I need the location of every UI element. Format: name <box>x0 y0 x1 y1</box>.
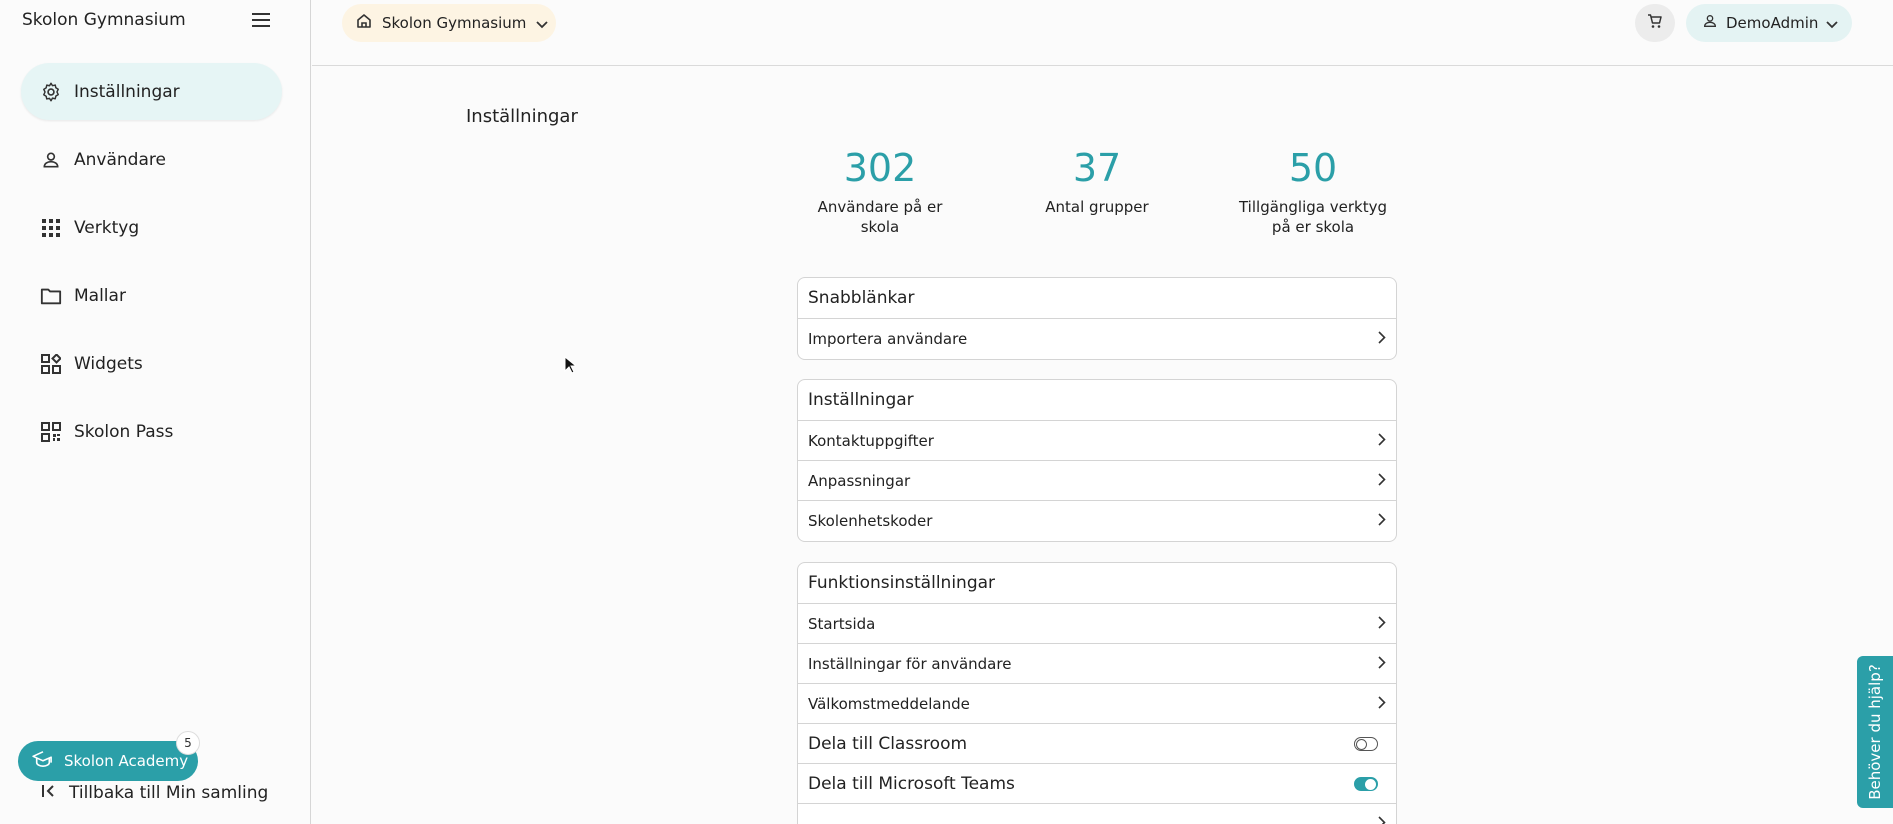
home-icon <box>356 13 372 33</box>
top-bar: Skolon Gymnasium DemoAdmin <box>312 0 1893 66</box>
widgets-icon <box>40 353 62 375</box>
row-label: Dela till Microsoft Teams <box>808 773 1015 794</box>
sidebar-item-skolon-pass[interactable]: Skolon Pass <box>21 403 282 460</box>
sidebar: Skolon Gymnasium Inställningar Användare… <box>0 0 311 824</box>
sidebar-item-label: Widgets <box>74 353 143 374</box>
row-label: Importera användare <box>808 330 968 348</box>
feature-settings-card: Funktionsinställningar Startsida Inställ… <box>797 562 1397 824</box>
stat-tools: 50 Tillgängliga verktyg på er skola <box>1233 145 1393 237</box>
chevron-down-icon <box>536 14 549 33</box>
mouse-cursor-icon <box>564 355 578 378</box>
collapse-left-icon <box>41 783 57 803</box>
card-title: Snabblänkar <box>798 278 1396 319</box>
contact-info-row[interactable]: Kontaktuppgifter <box>798 421 1396 461</box>
sidebar-school-name: Skolon Gymnasium <box>22 10 186 30</box>
card-title: Funktionsinställningar <box>798 563 1396 604</box>
notification-badge: 5 <box>176 731 200 755</box>
partially-visible-row[interactable] <box>798 804 1396 824</box>
chevron-right-icon <box>1378 655 1386 673</box>
share-teams-row: Dela till Microsoft Teams <box>798 764 1396 804</box>
stat-caption: Tillgängliga verktyg på er skola <box>1233 197 1393 237</box>
chevron-right-icon <box>1378 512 1386 530</box>
gear-icon <box>40 81 62 103</box>
sidebar-item-label: Användare <box>74 149 166 170</box>
person-icon <box>1702 13 1718 33</box>
hamburger-menu-icon[interactable] <box>250 10 274 30</box>
quicklinks-card: Snabblänkar Importera användare <box>797 277 1397 360</box>
person-icon <box>40 149 62 171</box>
sidebar-item-label: Skolon Pass <box>74 421 174 442</box>
chevron-down-icon <box>1826 14 1839 33</box>
stat-caption-line: Tillgängliga verktyg <box>1238 198 1387 216</box>
sidebar-item-label: Inställningar <box>74 81 180 102</box>
skolon-academy-button[interactable]: Skolon Academy 5 <box>18 731 200 781</box>
row-label: Anpassningar <box>808 471 911 490</box>
chevron-right-icon <box>1378 695 1386 713</box>
school-selector-label: Skolon Gymnasium <box>382 14 527 32</box>
share-classroom-row: Dela till Classroom <box>798 724 1396 764</box>
import-users-row[interactable]: Importera användare <box>798 319 1396 359</box>
stat-users: 302 Användare på er skola <box>800 145 960 237</box>
row-label: Dela till Classroom <box>808 733 968 754</box>
stat-value: 302 <box>843 146 917 190</box>
sidebar-nav: Inställningar Användare Verktyg Mallar W… <box>21 63 282 471</box>
row-label: Startsida <box>808 614 876 633</box>
stat-caption-line: Användare på er <box>817 198 943 216</box>
chevron-right-icon <box>1378 432 1386 450</box>
chevron-right-icon <box>1378 615 1386 633</box>
school-selector[interactable]: Skolon Gymnasium <box>342 4 556 42</box>
settings-card: Inställningar Kontaktuppgifter Anpassnin… <box>797 379 1397 542</box>
page-title: Inställningar <box>466 106 578 127</box>
sidebar-item-label: Mallar <box>74 285 126 306</box>
academy-label: Skolon Academy <box>64 752 189 770</box>
chevron-right-icon <box>1378 330 1386 348</box>
card-title: Inställningar <box>798 380 1396 421</box>
sidebar-item-widgets[interactable]: Widgets <box>21 335 282 392</box>
user-name: DemoAdmin <box>1726 14 1819 32</box>
graduation-cap-icon <box>32 750 54 772</box>
folder-icon <box>40 285 62 307</box>
help-tab[interactable]: Behöver du hjälp? <box>1857 656 1893 808</box>
stat-caption: Antal grupper <box>1017 197 1177 217</box>
row-label: Välkomstmeddelande <box>808 694 970 713</box>
row-label: Inställningar för användare <box>808 654 1012 673</box>
stat-caption-line: på er skola <box>1271 218 1355 236</box>
sidebar-item-anvandare[interactable]: Användare <box>21 131 282 188</box>
sidebar-item-label: Verktyg <box>74 217 140 238</box>
stat-value: 37 <box>1072 146 1122 190</box>
grid-icon <box>40 217 62 239</box>
row-label: Kontaktuppgifter <box>808 431 934 450</box>
stat-caption-line: Antal grupper <box>1045 198 1149 216</box>
stat-value: 50 <box>1288 146 1338 190</box>
cart-icon <box>1647 13 1663 33</box>
help-tab-label: Behöver du hjälp? <box>1866 664 1884 800</box>
back-link-label: Tillbaka till Min samling <box>69 783 269 803</box>
sidebar-item-verktyg[interactable]: Verktyg <box>21 199 282 256</box>
stat-caption-line: skola <box>860 218 900 236</box>
school-unit-codes-row[interactable]: Skolenhetskoder <box>798 501 1396 541</box>
user-menu[interactable]: DemoAdmin <box>1686 4 1852 42</box>
customizations-row[interactable]: Anpassningar <box>798 461 1396 501</box>
sidebar-item-installningar[interactable]: Inställningar <box>21 63 282 120</box>
row-label: Skolenhetskoder <box>808 512 933 530</box>
sidebar-item-mallar[interactable]: Mallar <box>21 267 282 324</box>
back-to-collection-link[interactable]: Tillbaka till Min samling <box>41 783 268 803</box>
share-teams-toggle[interactable] <box>1354 776 1378 791</box>
chevron-right-icon <box>1378 815 1386 824</box>
stat-caption: Användare på er skola <box>800 197 960 237</box>
startpage-row[interactable]: Startsida <box>798 604 1396 644</box>
share-classroom-toggle[interactable] <box>1354 736 1378 751</box>
stat-groups: 37 Antal grupper <box>1017 145 1177 217</box>
qr-icon <box>40 421 62 443</box>
cart-button[interactable] <box>1635 4 1675 42</box>
user-settings-row[interactable]: Inställningar för användare <box>798 644 1396 684</box>
chevron-right-icon <box>1378 472 1386 490</box>
welcome-message-row[interactable]: Välkomstmeddelande <box>798 684 1396 724</box>
